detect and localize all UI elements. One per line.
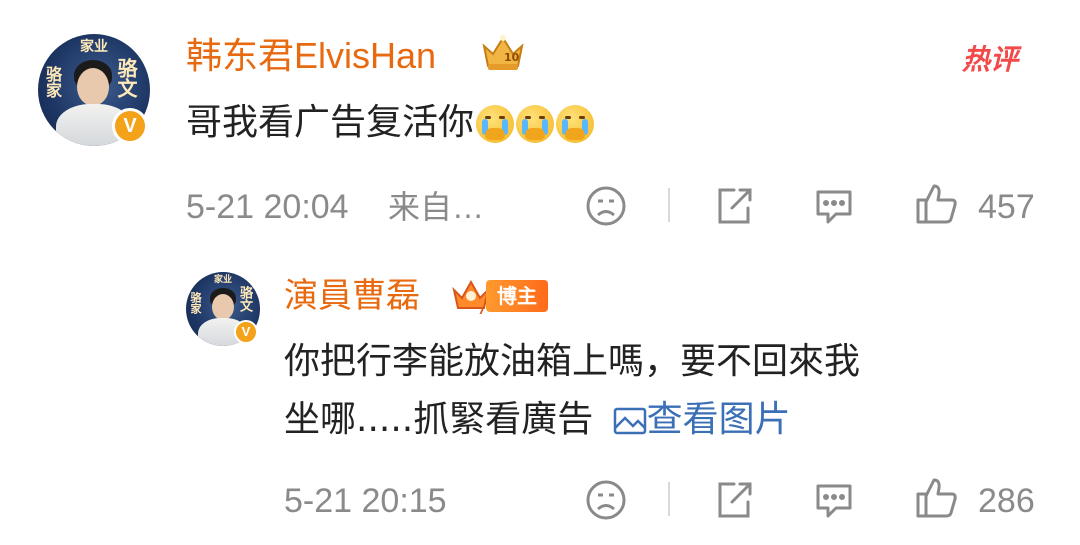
comment-like-count: 457 — [978, 188, 1035, 226]
replier-username[interactable]: 演員曹磊 — [284, 274, 420, 318]
avatar-calligraphy-left: 骆家 — [189, 292, 202, 314]
member-crown-icon: 10 — [478, 30, 528, 74]
reply-timestamp: 5-21 20:15 — [284, 482, 447, 520]
reply-text-body: 坐哪.....抓緊看廣告 — [284, 399, 594, 440]
crying-face-icon — [476, 105, 515, 143]
reply-text-line1: 你把行李能放油箱上嗎，要不回來我 — [284, 341, 861, 382]
avatar-calligraphy-top: 家业 — [80, 39, 108, 55]
share-icon[interactable] — [712, 478, 756, 522]
svg-text:7: 7 — [478, 306, 485, 316]
action-divider — [668, 188, 670, 222]
share-icon[interactable] — [712, 184, 756, 228]
reply-text-line2: 坐哪.....抓緊看廣告 查看图片 — [284, 396, 791, 444]
verified-badge-icon: V — [234, 320, 258, 344]
crying-face-icon — [556, 105, 595, 143]
comment-body: 哥我看广告复活你 — [186, 102, 475, 143]
comment-icon[interactable] — [812, 478, 856, 522]
reply-like-count: 286 — [978, 482, 1035, 520]
avatar-calligraphy-top: 家业 — [214, 275, 233, 285]
avatar-calligraphy-right: 骆文 — [114, 58, 138, 98]
like-thumb-icon[interactable] — [914, 182, 958, 226]
comment-text: 哥我看广告复活你 — [186, 98, 595, 148]
crying-face-icon — [516, 105, 555, 143]
avatar-calligraphy-left: 骆家 — [43, 66, 62, 98]
blogger-badge: 博主 — [486, 280, 548, 312]
view-image-link[interactable]: 查看图片 — [605, 399, 791, 440]
image-icon — [613, 407, 646, 435]
hot-comment-tag: 热评 — [962, 43, 1019, 76]
avatar-calligraphy-right: 骆文 — [237, 286, 252, 312]
dislike-face-icon[interactable] — [584, 184, 628, 228]
verified-badge-icon: V — [112, 108, 148, 144]
comment-icon[interactable] — [812, 184, 856, 228]
like-thumb-icon[interactable] — [914, 476, 958, 520]
comment-source[interactable]: 来自… — [388, 186, 484, 228]
action-divider — [668, 482, 670, 516]
svg-text:10: 10 — [504, 51, 520, 64]
dislike-face-icon[interactable] — [584, 478, 628, 522]
commenter-username[interactable]: 韩东君ElvisHan — [186, 34, 436, 78]
view-image-label[interactable]: 查看图片 — [647, 399, 791, 440]
comment-timestamp: 5-21 20:04 — [186, 188, 349, 226]
